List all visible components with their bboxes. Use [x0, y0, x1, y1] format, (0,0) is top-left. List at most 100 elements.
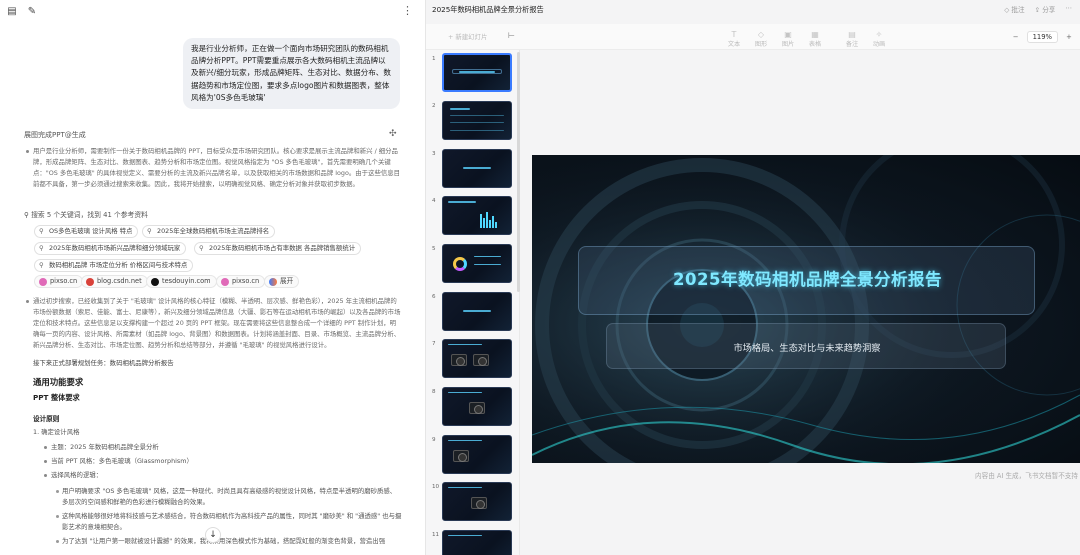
list-item: 选择风格的逻辑： [51, 471, 103, 479]
chip-label: 2025年数码相机市场占有率数据 各品牌销售额统计 [209, 244, 356, 252]
tool-label: 图形 [754, 41, 768, 48]
chip-label: 2025年全球数码相机市场主流品牌排名 [157, 227, 270, 235]
new-chat-icon[interactable]: ✎ [26, 6, 38, 18]
next-step-line: 接下来正式部署规划任务：数码相机品牌分析报告 [33, 359, 174, 367]
source-label: pixso.cn [232, 277, 260, 285]
app-window: ▤ ✎ ⋮ 我是行业分析师，正在做一个面向市场研究团队的数码相机品牌分析PPT。… [0, 0, 1080, 555]
animation-tool-button[interactable]: ✧ 动画 [867, 30, 891, 48]
more-options-icon[interactable]: ⋮ [402, 4, 413, 17]
search-icon: ⚲ [39, 261, 44, 269]
slide-thumbnail[interactable] [442, 292, 512, 331]
chat-pane: ▤ ✎ ⋮ 我是行业分析师，正在做一个面向市场研究团队的数码相机品牌分析PPT。… [0, 0, 425, 555]
ppt-section-label: 展图完成PPT@生成 [24, 131, 86, 139]
arrow-down-icon: ↓ [209, 530, 217, 540]
source-chip[interactable]: pixso.cn [216, 275, 266, 288]
search-chip[interactable]: ⚲ 2025年全球数码相机市场主流品牌排名 [142, 225, 276, 238]
source-chip[interactable]: blog.csdn.net [81, 275, 148, 288]
tool-label: 表格 [808, 41, 822, 48]
bullet-icon [44, 460, 47, 463]
notes-icon: ▤ [848, 30, 856, 39]
shape-tool-button[interactable]: ◇ 图形 [749, 30, 773, 48]
slide-number: 3 [432, 151, 436, 157]
slide-number: 6 [432, 294, 436, 300]
slide-number: 2 [432, 103, 436, 109]
document-title: 2025年数码相机品牌全景分析报告 [432, 5, 544, 14]
tool-label: 图片 [781, 41, 795, 48]
douyin-logo-icon [151, 278, 159, 286]
bullet-icon [26, 300, 29, 303]
sidebar-toggle-icon[interactable]: ▤ [6, 6, 18, 18]
slide-number: 7 [432, 341, 436, 347]
slide-thumbnail[interactable] [442, 435, 512, 474]
table-tool-button[interactable]: ▦ 表格 [803, 30, 827, 48]
slide-thumbnail[interactable] [442, 387, 512, 426]
bullet-icon [56, 515, 59, 518]
slide-thumbnail[interactable] [442, 149, 512, 188]
search-icon: ⚲ [39, 227, 44, 235]
collapse-panel-icon[interactable]: ⊢ [508, 31, 515, 40]
text-icon: T [731, 30, 737, 39]
search-chip[interactable]: ⚲ 2025年数码相机市场新兴品牌和细分领域玩家 [34, 242, 187, 255]
slide-main-title[interactable]: 2025年数码相机品牌全景分析报告 [579, 266, 1036, 290]
source-chip[interactable]: pixso.cn [34, 275, 84, 288]
stack-icon [269, 278, 277, 286]
search-summary[interactable]: ⚲ 搜索 5 个关键词，找到 41 个参考资料 [24, 209, 148, 219]
scroll-down-button[interactable]: ↓ [205, 527, 221, 543]
list-item: 用户明确要求 "OS 多色毛玻璃" 风格，这是一种现代、时尚且具有高级感的视觉设… [62, 487, 397, 506]
pixso-logo-icon [221, 278, 229, 286]
add-slide-button[interactable]: + 新建幻灯片 [448, 32, 487, 41]
notes-tool-button[interactable]: ▤ 备注 [840, 30, 864, 48]
bullet-icon [26, 150, 29, 153]
search-chip[interactable]: ⚲ 数码相机品牌 市场定位分析 价格区间与技术特点 [34, 259, 194, 272]
bullet-icon [56, 490, 59, 493]
slide-number: 10 [432, 484, 440, 490]
table-icon: ▦ [811, 30, 819, 39]
chip-label: OS多色毛玻璃 设计风格 特点 [49, 227, 133, 235]
heading-design: 设计原则 [33, 415, 60, 423]
slide-number: 1 [432, 56, 436, 62]
slide-thumbnail[interactable] [442, 53, 512, 92]
more-button[interactable]: ⋯ [1065, 4, 1072, 14]
image-tool-button[interactable]: ▣ 图片 [776, 30, 800, 48]
source-chip[interactable]: tesdouyin.com [146, 275, 217, 288]
slide-number: 9 [432, 437, 436, 443]
search-chip[interactable]: ⚲ OS多色毛玻璃 设计风格 特点 [34, 225, 139, 238]
slide-thumbnail[interactable] [442, 530, 512, 555]
csdn-logo-icon [86, 278, 94, 286]
title-glass-card[interactable]: 2025年数码相机品牌全景分析报告 [578, 246, 1035, 315]
chat-toolbar: ▤ ✎ ⋮ [0, 0, 425, 24]
thumbnail-scrollbar[interactable] [517, 52, 520, 292]
search-chip[interactable]: ⚲ 2025年数码相机市场占有率数据 各品牌销售额统计 [194, 242, 362, 255]
comment-button[interactable]: ◇ 批注 [1004, 4, 1024, 14]
analysis-paragraph: 通过初步搜索，已经收集到了关于 "毛玻璃" 设计风格的核心特征（模糊、半透明、层… [33, 297, 401, 349]
text-tool-button[interactable]: T 文本 [722, 30, 746, 48]
slide-canvas[interactable]: 2025年数码相机品牌全景分析报告 市场格局、生态对比与未来趋势洞察 [532, 155, 1080, 463]
slide-thumbnail[interactable] [442, 339, 512, 378]
slide-thumbnail[interactable] [442, 244, 512, 283]
tool-label: 备注 [845, 41, 859, 48]
slide-thumbnail[interactable] [442, 101, 512, 140]
zoom-out-button[interactable]: − [1011, 33, 1021, 41]
search-icon: ⚲ [147, 227, 152, 235]
ai-disclaimer: 内容由 AI 生成，飞书文档暂不支持 [975, 472, 1078, 480]
list-item: 主题：2025 年数码相机品牌全景分析 [51, 443, 159, 451]
tool-label: 动画 [872, 41, 886, 48]
source-label: tesdouyin.com [162, 277, 211, 285]
subtitle-glass-card[interactable]: 市场格局、生态对比与未来趋势洞察 [606, 323, 1006, 369]
search-icon: ⚲ [199, 244, 204, 252]
heading-general: 通用功能要求 [33, 377, 84, 387]
zoom-level[interactable]: 119% [1026, 31, 1058, 43]
zoom-in-button[interactable]: + [1064, 33, 1074, 41]
slide-thumbnail[interactable] [442, 482, 512, 521]
sparkle-icon[interactable]: ✣ [389, 129, 397, 139]
search-icon: ⚲ [39, 244, 44, 252]
expand-sources-button[interactable]: 展开 [264, 275, 300, 288]
source-label: blog.csdn.net [97, 277, 142, 285]
chip-label: 2025年数码相机市场新兴品牌和细分领域玩家 [49, 244, 181, 252]
slide-subtitle[interactable]: 市场格局、生态对比与未来趋势洞察 [607, 340, 1007, 354]
share-button[interactable]: ⇪ 分享 [1035, 4, 1056, 14]
source-label: pixso.cn [50, 277, 78, 285]
shape-icon: ◇ [757, 30, 765, 39]
chip-label: 数码相机品牌 市场定位分析 价格区间与技术特点 [49, 261, 188, 269]
slide-thumbnail[interactable] [442, 196, 512, 235]
